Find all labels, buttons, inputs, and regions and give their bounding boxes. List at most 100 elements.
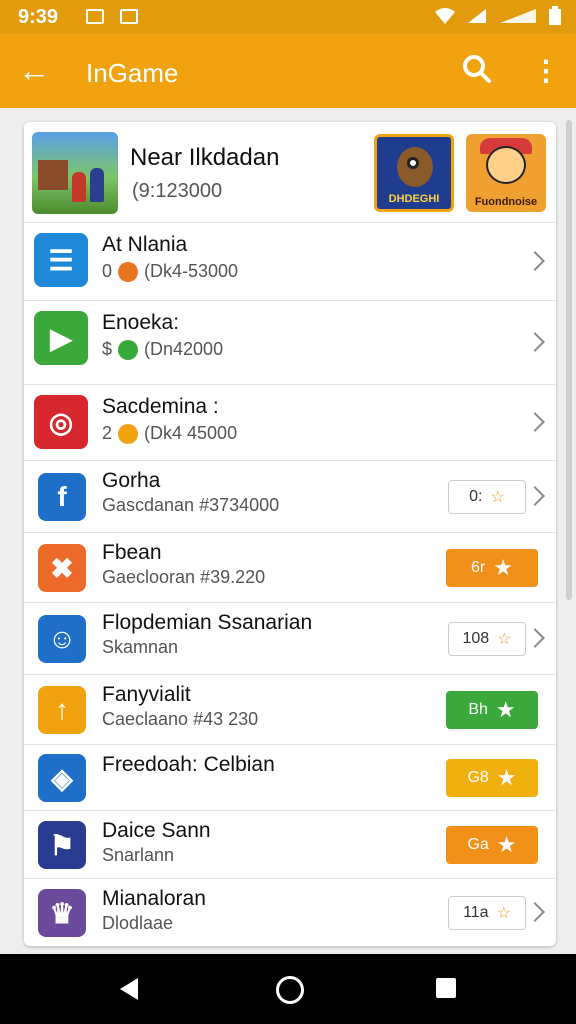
list-item-subtitle: $ (Dn42000 bbox=[102, 339, 223, 360]
subtitle-value: Dlodlaae bbox=[102, 913, 174, 933]
list-item-title: Mianaloran bbox=[102, 887, 206, 910]
subtitle-value: Gascdanan #3734000 bbox=[102, 495, 280, 515]
play-button[interactable]: G8 ★ bbox=[446, 759, 538, 797]
button-label: G8 bbox=[467, 769, 489, 786]
subtitle-value: Caeclaano #43 230 bbox=[102, 709, 259, 729]
coin-badge-icon bbox=[118, 423, 139, 444]
list-item-subtitle: Gaeclooran #39.220 bbox=[102, 567, 265, 588]
signal-icon bbox=[468, 9, 486, 23]
featured-subtitle: (9:123000 bbox=[132, 180, 223, 202]
battery-icon bbox=[549, 6, 561, 25]
featured-game-tile[interactable]: DHDEGHI bbox=[374, 134, 454, 212]
nav-back-icon[interactable] bbox=[120, 978, 138, 1000]
list-item-title: At Nlania bbox=[102, 233, 188, 256]
list-item-subtitle: Dlodlaae bbox=[102, 913, 173, 934]
chevron-right-icon[interactable] bbox=[525, 412, 545, 432]
chevron-right-icon[interactable] bbox=[525, 902, 545, 922]
coin-badge-icon bbox=[118, 261, 139, 282]
list-item[interactable]: ♛ Mianaloran Dlodlaae 11a ☆ bbox=[24, 878, 556, 946]
list-item[interactable]: ▶ Enoeka: $ (Dn42000 bbox=[24, 300, 556, 385]
app-icon: ↑ bbox=[38, 686, 86, 734]
app-icon: ▶ bbox=[34, 311, 88, 365]
subtitle-prefix: 0 bbox=[102, 261, 113, 281]
app-icon: ☺ bbox=[38, 615, 86, 663]
list-item-title: Fbean bbox=[102, 541, 162, 564]
button-label: 6r bbox=[471, 559, 486, 576]
wifi-icon bbox=[435, 8, 455, 24]
rating-button[interactable]: 11a ☆ bbox=[448, 896, 526, 930]
list-item-title: Daice Sann bbox=[102, 819, 211, 842]
list-item[interactable]: ☰ At Nlania 0 (Dk4-53000 bbox=[24, 222, 556, 301]
tile-label: Fuondnoise bbox=[474, 196, 538, 208]
star-outline-icon: ☆ bbox=[497, 631, 512, 648]
app-icon: ⚑ bbox=[38, 821, 86, 869]
list-item-subtitle: Skamnan bbox=[102, 637, 178, 658]
list-item-title: Flopdemian Ssanarian bbox=[102, 611, 313, 634]
list-item[interactable]: f Gorha Gascdanan #3734000 0: ☆ bbox=[24, 460, 556, 533]
page-title: InGame bbox=[86, 58, 179, 88]
list-item-title: Sacdemina : bbox=[102, 395, 219, 418]
chevron-right-icon[interactable] bbox=[525, 332, 545, 352]
network-icon bbox=[500, 9, 536, 23]
star-outline-icon: ☆ bbox=[496, 905, 511, 922]
featured-row[interactable]: Near Ilkdadan (9:123000 DHDEGHI Fuondnoi… bbox=[24, 122, 556, 222]
list-item[interactable]: ◎ Sacdemina : 2 (Dk4 45000 bbox=[24, 384, 556, 461]
search-icon[interactable] bbox=[462, 54, 492, 84]
rating-button[interactable]: 108 ☆ bbox=[448, 622, 526, 656]
button-label: 108 bbox=[462, 630, 490, 647]
game-list-card: Near Ilkdadan (9:123000 DHDEGHI Fuondnoi… bbox=[24, 122, 556, 946]
featured-game-tile[interactable]: Fuondnoise bbox=[466, 134, 546, 212]
rating-button[interactable]: 0: ☆ bbox=[448, 480, 526, 514]
list-item-title: Gorha bbox=[102, 469, 161, 492]
subtitle-value: (Dk4-53000 bbox=[144, 261, 239, 281]
list-item-subtitle: 0 (Dk4-53000 bbox=[102, 261, 238, 282]
status-time: 9:39 bbox=[18, 6, 59, 28]
list-item[interactable]: ✖ Fbean Gaeclooran #39.220 6r ★ bbox=[24, 532, 556, 603]
button-label: 0: bbox=[469, 488, 483, 505]
list-item[interactable]: ◈ Freedoah: Celbian G8 ★ bbox=[24, 744, 556, 811]
back-arrow-icon[interactable]: ← bbox=[18, 52, 50, 89]
chevron-right-icon[interactable] bbox=[525, 486, 545, 506]
notification-icon bbox=[86, 9, 104, 24]
button-label: Ga bbox=[467, 836, 489, 853]
list-item[interactable]: ⚑ Daice Sann Snarlann Ga ★ bbox=[24, 810, 556, 879]
subtitle-prefix: 2 bbox=[102, 423, 113, 443]
app-icon: ☰ bbox=[34, 233, 88, 287]
button-label: Bh bbox=[468, 701, 488, 718]
app-icon: ✖ bbox=[38, 544, 86, 592]
status-icons bbox=[434, 6, 562, 26]
featured-title: Near Ilkdadan bbox=[130, 144, 280, 171]
nav-recents-icon[interactable] bbox=[436, 978, 456, 998]
app-bar: ← InGame ⋮ bbox=[0, 34, 576, 108]
list-item-subtitle: Caeclaano #43 230 bbox=[102, 709, 258, 730]
app-icon: ◎ bbox=[34, 395, 88, 449]
button-label: 11a bbox=[463, 904, 489, 921]
app-icon: ◈ bbox=[38, 754, 86, 802]
play-button[interactable]: 6r ★ bbox=[446, 549, 538, 587]
status-bar: 9:39 bbox=[0, 0, 576, 34]
list-item-title: Freedoah: Celbian bbox=[102, 753, 275, 776]
featured-thumbnail bbox=[32, 132, 118, 214]
list-item[interactable]: ☺ Flopdemian Ssanarian Skamnan 108 ☆ bbox=[24, 602, 556, 675]
star-icon: ★ bbox=[493, 555, 513, 580]
play-button[interactable]: Bh ★ bbox=[446, 691, 538, 729]
list-item[interactable]: ↑ Fanyvialit Caeclaano #43 230 Bh ★ bbox=[24, 674, 556, 745]
list-item-title: Fanyvialit bbox=[102, 683, 191, 706]
subtitle-value: (Dk4 45000 bbox=[144, 423, 238, 443]
star-icon: ★ bbox=[495, 697, 516, 722]
star-icon: ★ bbox=[496, 765, 517, 790]
play-button[interactable]: Ga ★ bbox=[446, 826, 538, 864]
chevron-right-icon[interactable] bbox=[525, 251, 545, 271]
subtitle-value: Snarlann bbox=[102, 845, 175, 865]
list-item-subtitle: Gascdanan #3734000 bbox=[102, 495, 279, 516]
more-vert-icon[interactable]: ⋮ bbox=[532, 54, 560, 87]
star-outline-icon: ☆ bbox=[490, 489, 505, 506]
scrollbar[interactable] bbox=[566, 120, 572, 600]
nav-home-icon[interactable] bbox=[276, 976, 304, 1004]
system-nav-bar bbox=[0, 954, 576, 1024]
list-item-title: Enoeka: bbox=[102, 311, 180, 334]
app-icon: f bbox=[38, 473, 86, 521]
chevron-right-icon[interactable] bbox=[525, 628, 545, 648]
app-icon: ♛ bbox=[38, 889, 86, 937]
subtitle-value: (Dn42000 bbox=[144, 339, 224, 359]
